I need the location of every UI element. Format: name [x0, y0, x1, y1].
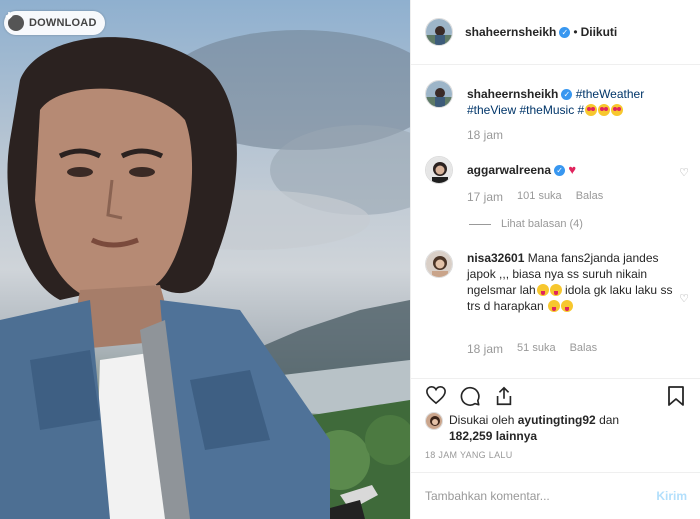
comment-text: nisa32601 Mana fans2janda jandes japok ,… — [467, 250, 677, 314]
caption-author[interactable]: shaheernsheikh — [467, 87, 558, 101]
liker-avatar[interactable] — [425, 412, 443, 430]
speech-bubble-icon[interactable] — [459, 385, 481, 410]
hashtag-link[interactable]: #theWeather — [576, 87, 645, 101]
bookmark-icon[interactable] — [667, 385, 685, 410]
comment-meta: 17 jam 101 suka Balas — [467, 190, 603, 204]
comment-composer: Tambahkan komentar... Kirim — [411, 472, 700, 519]
view-replies-button[interactable]: Lihat balasan (4) — [469, 218, 583, 230]
comment-author[interactable]: aggarwalreena — [467, 163, 551, 177]
hashtag-link[interactable]: #theMusic — [520, 103, 575, 117]
verified-badge-icon: ✓ — [554, 165, 566, 177]
likes-count-button[interactable]: 182,259 lainnya — [449, 429, 537, 443]
likes-prefix: Disukai oleh — [449, 413, 515, 427]
share-icon[interactable] — [493, 385, 515, 410]
verified-badge-icon: ✓ — [561, 89, 573, 101]
comment-like-heart-icon[interactable]: ♡ — [679, 292, 689, 305]
comment-like-count[interactable]: 101 suka — [517, 190, 562, 204]
tongue-emoji-icon — [549, 284, 562, 296]
download-arrow-icon — [5, 12, 24, 31]
heart-eyes-emoji-icon — [585, 104, 598, 116]
likes-suffix: lainnya — [495, 429, 538, 443]
hashtag-link[interactable]: # — [578, 103, 585, 117]
liker-username[interactable]: ayutingting92 — [518, 413, 596, 427]
comment-time[interactable]: 18 jam — [467, 342, 503, 356]
comment-like-heart-icon[interactable]: ♡ — [679, 166, 689, 179]
heart-outline-icon[interactable] — [425, 385, 447, 408]
send-comment-button[interactable]: Kirim — [656, 489, 687, 503]
hashtag-link[interactable]: #theView — [467, 103, 516, 117]
reply-button[interactable]: Balas — [576, 190, 604, 204]
download-button[interactable]: DOWNLOAD — [4, 11, 105, 35]
post-timestamp[interactable]: 18 JAM YANG LALU — [425, 450, 513, 460]
action-bar — [411, 378, 700, 408]
tongue-emoji-icon — [548, 300, 561, 312]
commenter-avatar[interactable] — [425, 250, 453, 278]
post-photo[interactable]: DOWNLOAD — [0, 0, 410, 519]
heart-eyes-emoji-icon — [611, 104, 624, 116]
post-header: shaheernsheikh ✓ • Diikuti — [411, 0, 700, 65]
tongue-emoji-icon — [561, 300, 574, 312]
follow-status-button[interactable]: Diikuti — [581, 25, 618, 39]
header-separator: • — [573, 25, 578, 39]
comment-like-count[interactable]: 51 suka — [517, 342, 556, 356]
download-label: DOWNLOAD — [29, 17, 97, 29]
comment-meta: 18 jam 51 suka Balas — [467, 342, 597, 356]
comment-input[interactable]: Tambahkan komentar... — [425, 489, 550, 503]
post-side-panel: shaheernsheikh ✓ • Diikuti shaheernsheik… — [410, 0, 700, 519]
comment-author[interactable]: nisa32601 — [467, 251, 524, 265]
caption-meta: 18 jam — [467, 128, 503, 142]
comments-list: shaheernsheikh ✓ #theWeather #theView #th… — [411, 66, 700, 378]
author-avatar[interactable] — [425, 18, 453, 46]
comment-item: nisa32601 Mana fans2janda jandes japok ,… — [425, 250, 695, 378]
replies-divider — [469, 223, 491, 225]
heart-eyes-emoji-icon — [598, 104, 611, 116]
caption-time[interactable]: 18 jam — [467, 128, 503, 142]
red-heart-emoji-icon: ♥ — [568, 162, 577, 177]
caption-avatar[interactable] — [425, 80, 453, 108]
verified-badge-icon: ✓ — [559, 26, 571, 38]
reply-button[interactable]: Balas — [570, 342, 598, 356]
comment-text: aggarwalreena ✓ ♥ — [467, 162, 677, 178]
commenter-avatar[interactable] — [425, 156, 453, 184]
comment-time[interactable]: 17 jam — [467, 190, 503, 204]
selfie-illustration — [0, 30, 410, 519]
instagram-post-view: DOWNLOAD shaheernsheikh ✓ • Diikuti shah… — [0, 0, 700, 519]
author-username[interactable]: shaheernsheikh — [465, 25, 556, 39]
likes-text: Disukai oleh ayutingting92 dan 182,259 l… — [449, 412, 619, 444]
caption: shaheernsheikh ✓ #theWeather #theView #th… — [425, 80, 695, 150]
tongue-emoji-icon — [536, 284, 549, 296]
likes-count: 182,259 — [449, 429, 493, 443]
likes-joiner: dan — [599, 413, 620, 427]
caption-text: shaheernsheikh ✓ #theWeather #theView #th… — [467, 86, 677, 118]
view-replies-label: Lihat balasan (4) — [501, 218, 583, 230]
